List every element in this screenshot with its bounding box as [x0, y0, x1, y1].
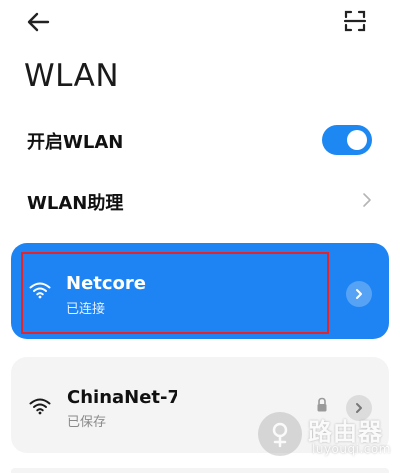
scan-qr-icon: [343, 10, 367, 32]
wifi-icon: [29, 398, 51, 415]
chevron-right-icon: [356, 289, 362, 299]
router-logo-icon: [258, 412, 302, 456]
wlan-toggle-label: 开启WLAN: [27, 132, 124, 153]
scan-button[interactable]: [340, 6, 370, 36]
network-name: ChinaNet-7: [67, 387, 177, 408]
network-card-connected[interactable]: Netcore 已连接: [11, 243, 389, 339]
page-title: WLAN: [24, 58, 120, 94]
wlan-toggle-switch[interactable]: [322, 125, 372, 155]
wlan-assistant-label[interactable]: WLAN助理: [27, 189, 123, 215]
watermark: 路由器 luyouqi.com: [258, 408, 398, 464]
assistant-chevron-icon[interactable]: [360, 190, 374, 210]
next-card-edge: [11, 468, 389, 473]
back-button[interactable]: [24, 8, 56, 36]
network-name: Netcore: [66, 273, 146, 294]
watermark-text-en: luyouqi.com: [312, 442, 391, 456]
wifi-icon: [29, 282, 51, 299]
network-status: 已保存: [67, 415, 107, 430]
network-detail-button[interactable]: [346, 281, 372, 307]
network-status: 已连接: [66, 302, 106, 317]
arrow-left-icon: [27, 12, 50, 32]
toggle-knob: [347, 130, 367, 150]
